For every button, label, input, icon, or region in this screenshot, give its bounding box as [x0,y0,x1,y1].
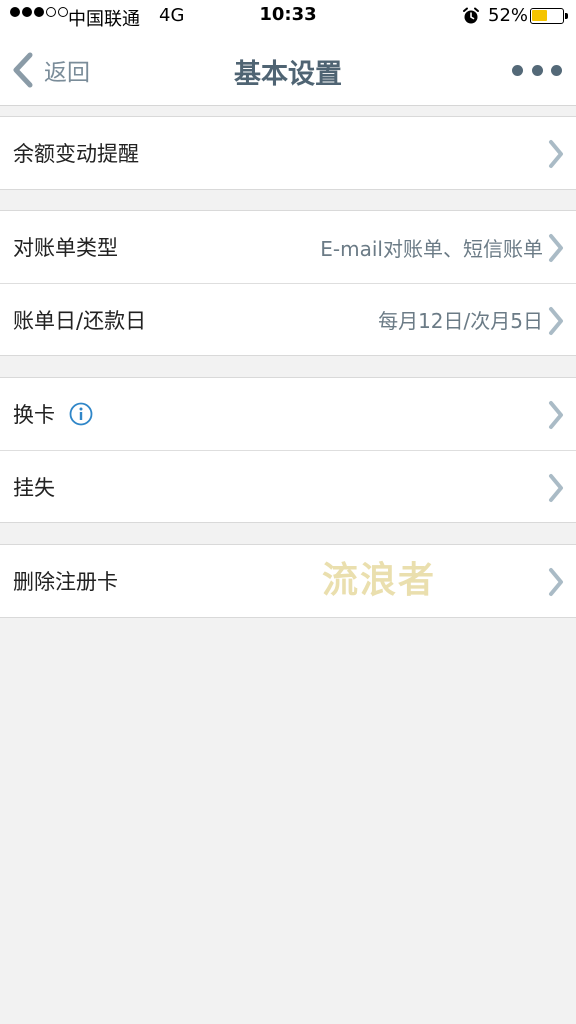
settings-group-statement: 对账单类型 E-mail对账单、短信账单 账单日/还款日 每月12日/次月5日 [0,210,576,356]
battery-tip [565,13,568,19]
row-balance-alert[interactable]: 余额变动提醒 [0,117,576,189]
alarm-clock-icon [463,7,479,24]
row-value: E-mail对账单、短信账单 [320,236,543,261]
chevron-right-icon [549,234,563,262]
navigation-bar: 返回 基本设置 [0,34,576,106]
info-icon[interactable] [69,402,93,426]
chevron-right-icon [549,568,563,596]
settings-group-card: 换卡 挂失 [0,377,576,523]
ellipsis-icon [512,64,523,76]
chevron-right-icon [549,474,563,502]
status-bar: 中国联通 4G 10:33 52% [0,0,576,34]
chevron-right-icon [549,307,563,335]
row-label: 挂失 [13,475,55,500]
row-replace-card[interactable]: 换卡 [0,378,576,450]
row-statement-type[interactable]: 对账单类型 E-mail对账单、短信账单 [0,211,576,283]
chevron-right-icon [549,401,563,429]
row-label: 余额变动提醒 [13,142,139,166]
row-label: 换卡 [13,403,55,427]
more-options-button[interactable] [512,62,562,78]
settings-group-balance: 余额变动提醒 [0,116,576,190]
row-report-loss[interactable]: 挂失 [0,450,576,522]
page-title: 基本设置 [234,59,342,90]
row-value: 每月12日/次月5日 [378,309,543,333]
battery-level [532,10,547,21]
app-screen: 中国联通 4G 10:33 52% 返回 基本设置 余额变动提醒 对账单类型 E… [0,0,576,1024]
battery-percent: 52% [488,5,529,26]
row-label: 账单日/还款日 [13,308,147,333]
row-delete-card[interactable]: 删除注册卡 [0,545,576,617]
row-billing-date[interactable]: 账单日/还款日 每月12日/次月5日 [0,283,576,355]
row-label: 对账单类型 [13,236,118,260]
watermark: 流浪者 [322,560,437,601]
chevron-right-icon [549,140,563,168]
battery-icon [530,8,564,24]
row-label: 删除注册卡 [13,570,118,594]
settings-group-delete: 删除注册卡 [0,544,576,618]
